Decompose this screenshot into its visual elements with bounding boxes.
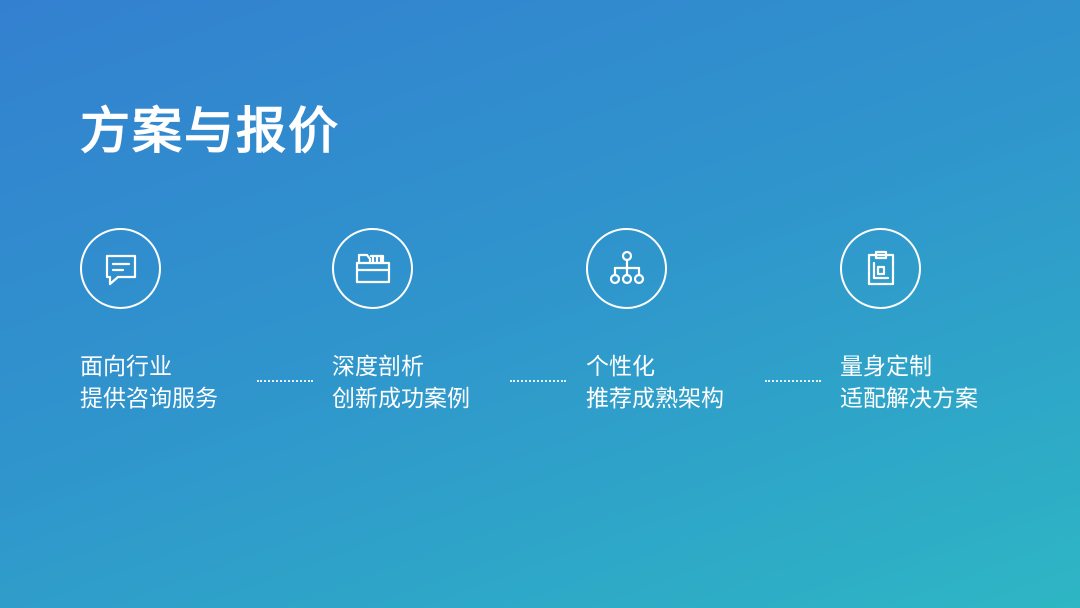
feature-text: 量身定制 适配解决方案: [840, 351, 1070, 415]
feature-item-solution: 量身定制 适配解决方案: [840, 228, 1070, 415]
folder-icon: [355, 253, 390, 283]
feature-icon-circle: [840, 228, 921, 309]
feature-item-consulting: 面向行业 提供咨询服务: [80, 228, 310, 415]
feature-line-1: 量身定制: [840, 354, 932, 380]
feature-line-2: 适配解决方案: [840, 386, 978, 412]
feature-icon-circle: [586, 228, 667, 309]
feature-item-architecture: 个性化 推荐成熟架构: [586, 228, 816, 415]
feature-line-1: 深度剖析: [332, 354, 424, 380]
feature-line-2: 推荐成熟架构: [586, 386, 724, 412]
dotted-divider: [257, 380, 313, 382]
feature-icon-circle: [80, 228, 161, 309]
dotted-divider: [765, 380, 821, 382]
feature-line-2: 创新成功案例: [332, 386, 470, 412]
feature-line-2: 提供咨询服务: [80, 386, 218, 412]
chat-icon: [105, 254, 136, 285]
feature-text: 个性化 推荐成熟架构: [586, 351, 816, 415]
feature-text: 深度剖析 创新成功案例: [332, 351, 562, 415]
feature-item-cases: 深度剖析 创新成功案例: [332, 228, 562, 415]
feature-text: 面向行业 提供咨询服务: [80, 351, 310, 415]
clipboard-icon: [867, 250, 894, 285]
hierarchy-icon: [609, 250, 644, 284]
feature-icon-circle: [332, 228, 413, 309]
page-title: 方案与报价: [80, 102, 340, 160]
feature-line-1: 面向行业: [80, 354, 172, 380]
slide: 方案与报价 面向行业 提供咨询服务 深度剖析 创新成功案例 个性化 推荐成熟架构…: [0, 0, 1080, 608]
feature-line-1: 个性化: [586, 354, 655, 380]
dotted-divider: [510, 380, 566, 382]
